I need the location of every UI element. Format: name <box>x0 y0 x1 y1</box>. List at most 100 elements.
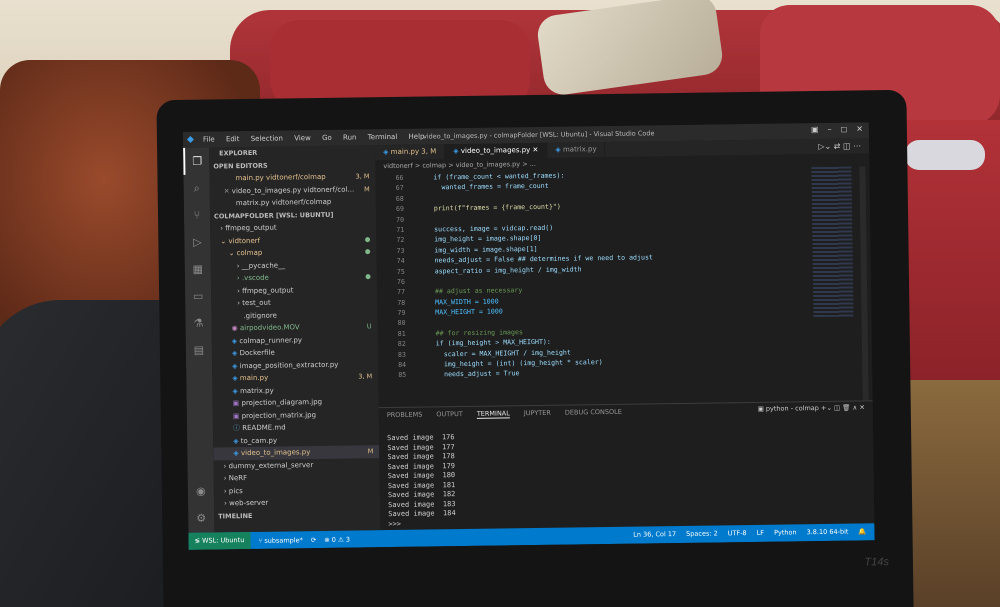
line-number: 73 <box>396 246 405 255</box>
branch-label: subsample* <box>264 535 303 545</box>
menu-view[interactable]: View <box>294 134 311 142</box>
tab-output[interactable]: OUTPUT <box>436 410 463 418</box>
explorer-icon[interactable]: ❐ <box>183 147 210 175</box>
folder-label: dummy_external_server <box>228 460 314 470</box>
tab-label: video_to_images.py <box>460 146 531 156</box>
problems-indicator[interactable]: ⊗ 0 ⚠ 3 <box>324 535 350 543</box>
line-number: 85 <box>398 371 407 380</box>
tab-video-to-images[interactable]: ◈ video_to_images.py ✕ <box>445 142 548 160</box>
photo-scene: ◆ File Edit Selection View Go Run Termin… <box>0 0 1000 607</box>
image-file-icon: ▣ <box>232 399 242 408</box>
line-ending[interactable]: LF <box>757 525 765 542</box>
remote-label: WSL: Ubuntu <box>202 536 245 545</box>
menu-terminal[interactable]: Terminal <box>368 133 398 141</box>
account-icon[interactable]: ◉ <box>188 477 214 504</box>
close-panel-icon[interactable]: ✕ <box>859 403 865 411</box>
encoding[interactable]: UTF-8 <box>728 525 747 542</box>
timeline-header[interactable]: TIMELINE <box>214 508 380 523</box>
menu-run[interactable]: Run <box>343 133 357 141</box>
folder-label: __pycache__ <box>241 260 286 270</box>
line-number: 78 <box>397 298 406 307</box>
terminal-output[interactable]: Saved image 176 Saved image 177 Saved im… <box>387 433 456 529</box>
modified-dot: ● <box>365 272 371 281</box>
notifications-icon[interactable]: 🔔 <box>858 523 866 540</box>
tab-matrix-py[interactable]: ◈ matrix.py <box>547 141 606 158</box>
tab-jupyter[interactable]: JUPYTER <box>524 409 551 417</box>
folder-label: test_out <box>242 298 271 308</box>
tab-terminal[interactable]: TERMINAL <box>476 408 510 419</box>
menu-edit[interactable]: Edit <box>226 135 240 143</box>
cursor-position[interactable]: Ln 36, Col 17 <box>633 526 676 544</box>
close-editor-icon[interactable]: ✕ <box>224 187 232 195</box>
source-control-icon[interactable]: ⑂ <box>184 202 210 229</box>
modified-dot: ● <box>364 234 371 243</box>
compare-icon[interactable]: ⇄ <box>834 142 841 151</box>
remote-indicator[interactable]: ≶ WSL: Ubuntu <box>188 531 251 550</box>
remote-explorer-icon[interactable]: ▭ <box>185 283 211 310</box>
tab-main-py[interactable]: ◈ main.py 3, M <box>375 144 446 161</box>
file-badge: 3, M <box>355 172 370 181</box>
indentation[interactable]: Spaces: 2 <box>686 525 718 542</box>
menu-go[interactable]: Go <box>322 134 332 142</box>
line-number: 68 <box>395 194 404 203</box>
sync-icon[interactable]: ⟳ <box>311 536 317 544</box>
notebook-icon[interactable]: ▤ <box>186 337 212 364</box>
terminal-line: Saved image 180 <box>387 471 456 481</box>
folder-label: vidtonerf <box>228 236 261 245</box>
folder-label: web-server <box>229 498 269 508</box>
split-editor-icon[interactable]: ◫ <box>843 142 851 151</box>
run-icon[interactable]: ▷⌄ <box>818 142 831 151</box>
window-title: video_to_images.py - colmapFolder [WSL: … <box>422 129 655 141</box>
python-file-icon: ◈ <box>232 374 240 383</box>
terminal-line: Saved image 182 <box>387 490 456 500</box>
python-file-icon: ◈ <box>233 449 242 458</box>
terminal-shell-label[interactable]: python - colmap <box>766 404 819 413</box>
code-editor[interactable]: 66 if (frame_count < wanted_frames): 67 … <box>375 167 808 407</box>
trash-icon[interactable]: 🗑 <box>842 404 852 412</box>
close-icon[interactable]: ✕ <box>856 124 863 133</box>
language-mode[interactable]: Python <box>774 524 797 541</box>
layout-icon[interactable]: ▣ <box>811 125 819 134</box>
minimap[interactable] <box>811 166 854 318</box>
testing-icon[interactable]: ⚗ <box>185 310 211 337</box>
branch-indicator[interactable]: ⑂ subsample* <box>258 536 303 545</box>
menu-selection[interactable]: Selection <box>251 134 283 142</box>
editor-scrollbar[interactable] <box>859 166 869 401</box>
code-text: needs_adjust = True <box>420 369 520 380</box>
file-label: to_cam.py <box>240 436 278 445</box>
tab-problems[interactable]: PROBLEMS <box>387 411 423 419</box>
tab-debug-console[interactable]: DEBUG CONSOLE <box>565 408 622 417</box>
file-label: image_position_extractor.py <box>239 360 339 370</box>
line-number: 77 <box>397 288 406 297</box>
menu-file[interactable]: File <box>203 135 215 143</box>
settings-gear-icon[interactable]: ⚙ <box>188 504 214 531</box>
file-label: matrix.py vidtonerf/colmap <box>235 197 332 208</box>
editor-actions: ▷⌄ ⇄ ◫ ⋯ <box>818 138 869 154</box>
search-icon[interactable]: ⌕ <box>183 175 209 202</box>
maximize-icon[interactable]: ◻ <box>840 125 847 134</box>
line-number: 74 <box>396 256 405 266</box>
more-actions-icon[interactable]: ⋯ <box>853 141 861 150</box>
extensions-icon[interactable]: ▦ <box>185 256 211 283</box>
new-terminal-icon[interactable]: +⌄ <box>821 404 834 412</box>
code-text: wanted_frames = frame_count <box>417 182 549 193</box>
remote-icon: ≶ <box>194 536 203 545</box>
menu-bar: File Edit Selection View Go Run Terminal… <box>203 132 434 144</box>
minimize-icon[interactable]: – <box>827 125 831 134</box>
python-file-icon: ◈ <box>453 147 461 156</box>
file-label: .gitignore <box>243 311 277 320</box>
tab-close-icon[interactable]: ✕ <box>530 146 538 154</box>
image-file-icon: ▣ <box>232 411 242 420</box>
laptop: ◆ File Edit Selection View Go Run Termin… <box>156 89 914 607</box>
laptop-logo: T14s <box>864 556 890 569</box>
line-number: 66 <box>395 173 404 182</box>
editor-area: ◈ main.py 3, M ◈ video_to_images.py ✕ ◈ … <box>375 138 873 408</box>
explorer-sidebar: EXPLORER OPEN EDITORS main.py vidtonerf/… <box>209 145 381 533</box>
run-debug-icon[interactable]: ▷ <box>184 229 210 256</box>
interpreter-version[interactable]: 3.8.10 64-bit <box>806 524 849 542</box>
line-number: 79 <box>397 308 406 317</box>
line-number: 70 <box>396 215 405 224</box>
terminal-controls: ▣ python - colmap +⌄ ◫ 🗑 ∧ ✕ <box>758 403 865 412</box>
line-number: 69 <box>395 204 405 214</box>
line-number: 82 <box>397 340 406 349</box>
